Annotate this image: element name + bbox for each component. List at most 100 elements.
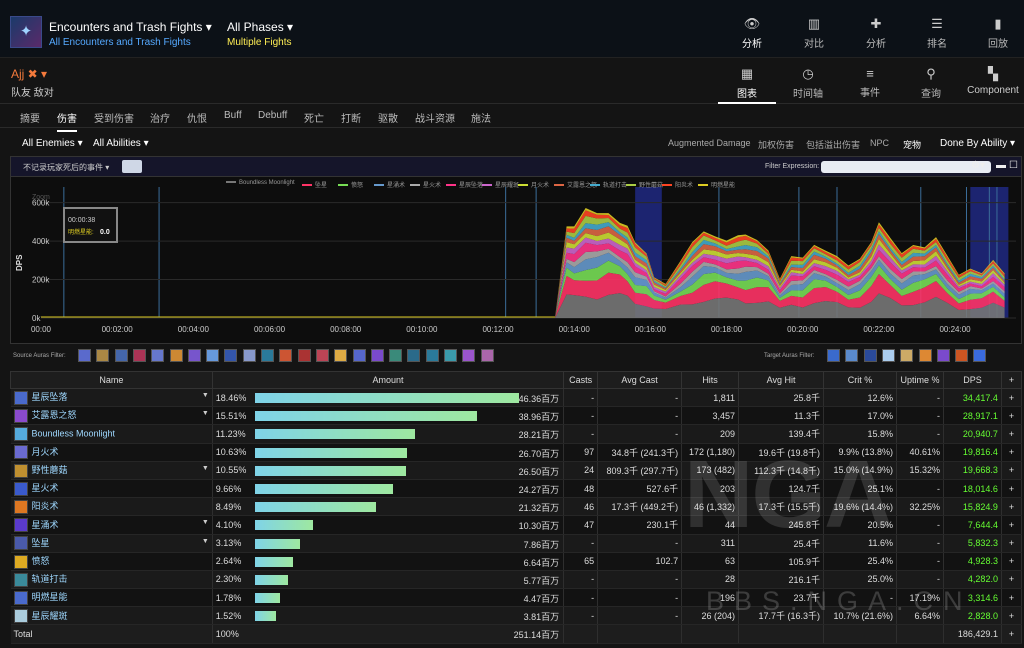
source-aura-icon[interactable] — [206, 349, 220, 362]
nav-analysis[interactable]: ✚ 分析 — [846, 16, 906, 50]
col-casts[interactable]: Casts — [563, 371, 599, 389]
filter-expression-input[interactable] — [821, 161, 991, 173]
target-aura-icon[interactable] — [918, 349, 932, 362]
table-row[interactable]: 轨道打击 2.30% 5.77百万 - -28 216.1千 25.0% -4,282.0 + — [10, 570, 1023, 590]
table-row[interactable]: Boundless Moonlight 11.23% 28.21百万 - -209 139… — [10, 424, 1023, 444]
ability-name-cell[interactable]: 愤怒 — [10, 552, 213, 571]
target-aura-icon[interactable] — [845, 349, 859, 362]
col-name[interactable]: Name — [10, 371, 213, 389]
col-add[interactable]: + — [1000, 371, 1023, 389]
col-crit[interactable]: Crit % — [823, 371, 898, 389]
tab-resources[interactable]: 战斗资源 — [415, 110, 455, 125]
table-row[interactable]: 明燃星能 1.78% 4.47百万 - -196 23.7千 -17.19% 3,314.6 + — [10, 588, 1023, 608]
death-events-dropdown[interactable]: 不记录玩家死后的事件 ▾ — [23, 162, 109, 173]
legend-item[interactable]: 星辰耀斑 — [482, 180, 519, 189]
legend-item[interactable]: 阳炎术 — [662, 180, 693, 189]
target-aura-icon[interactable] — [827, 349, 840, 362]
add-icon[interactable]: + — [1001, 479, 1023, 499]
source-aura-icon[interactable] — [425, 349, 439, 362]
source-aura-icon[interactable] — [407, 349, 421, 362]
tab-deaths[interactable]: 死亡 — [304, 110, 324, 125]
col-dps[interactable]: DPS — [942, 371, 1002, 389]
col-uptime[interactable]: Uptime % — [896, 371, 944, 389]
ability-name-cell[interactable]: 星辰耀斑 — [10, 606, 213, 626]
add-icon[interactable]: + — [1001, 497, 1023, 517]
tab-summary[interactable]: 摘要 — [20, 110, 40, 125]
ability-name[interactable]: 艾露恩之怒 — [32, 410, 77, 420]
add-icon[interactable]: + — [1001, 552, 1023, 571]
ability-name-cell[interactable]: 星涌术 ▼ — [10, 515, 213, 535]
source-aura-icon[interactable] — [187, 349, 201, 362]
ability-name[interactable]: 星火术 — [32, 483, 59, 493]
ability-name-cell[interactable]: Boundless Moonlight — [10, 424, 213, 444]
source-aura-icon[interactable] — [370, 349, 384, 362]
option-overkill[interactable]: 包括溢出伤害 — [806, 138, 860, 151]
source-aura-icon[interactable] — [334, 349, 348, 362]
ability-name[interactable]: 阳炎术 — [32, 501, 59, 511]
source-aura-icon[interactable] — [169, 349, 183, 362]
legend-item[interactable]: 明燃星能 — [698, 180, 735, 189]
view-components[interactable]: ▚ Component — [962, 66, 1024, 96]
source-aura-icon[interactable] — [78, 349, 91, 362]
option-augmented[interactable]: Augmented Damage — [668, 138, 751, 148]
target-aura-icon[interactable] — [936, 349, 950, 362]
add-icon[interactable]: + — [1001, 624, 1023, 644]
abilities-dropdown[interactable]: All Abilities ▾ — [93, 138, 149, 149]
source-aura-icon[interactable] — [242, 349, 256, 362]
view-charts[interactable]: ▦ 图表 — [718, 66, 776, 104]
tab-damage[interactable]: 伤害 — [57, 110, 77, 132]
col-avg-hit[interactable]: Avg Hit — [738, 371, 825, 389]
target-aura-icon[interactable] — [863, 349, 877, 362]
death-events-toggle[interactable] — [122, 160, 142, 173]
ability-name[interactable]: 明燃星能 — [32, 592, 68, 602]
tab-dispels[interactable]: 驱散 — [378, 110, 398, 125]
ability-name-cell[interactable]: 艾露恩之怒 ▼ — [10, 406, 213, 426]
target-aura-icon[interactable] — [900, 349, 914, 362]
nav-compare[interactable]: ▥ 对比 — [784, 16, 844, 50]
col-hits[interactable]: Hits — [681, 371, 740, 389]
view-query[interactable]: ⚲ 查询 — [902, 66, 960, 100]
table-row[interactable]: 愤怒 2.64% 6.64百万 65 102.7 63 105.9千 25.4% -4,928.… — [10, 552, 1023, 571]
source-aura-icon[interactable] — [224, 349, 238, 362]
ability-name-cell[interactable]: 星火术 — [10, 479, 213, 499]
ability-name[interactable]: 月火术 — [32, 447, 59, 457]
ability-name[interactable]: 星涌术 — [32, 520, 59, 530]
ability-name-cell[interactable]: 坠星 ▼ — [10, 534, 213, 553]
encounter-selector[interactable]: Encounters and Trash Fights ▾ — [49, 20, 212, 34]
expand-icon[interactable]: ▼ — [202, 519, 209, 526]
ability-name[interactable]: 轨道打击 — [32, 574, 68, 584]
add-icon[interactable]: + — [1001, 515, 1023, 535]
tab-casts[interactable]: 施法 — [471, 110, 491, 125]
expand-icon[interactable]: ▼ — [202, 465, 209, 472]
legend-item[interactable]: 坠星 — [302, 180, 327, 189]
col-avg-cast[interactable]: Avg Cast — [597, 371, 683, 389]
nav-ranking[interactable]: ☰ 排名 — [907, 16, 967, 50]
source-aura-icon[interactable] — [480, 349, 494, 362]
ability-name[interactable]: 星辰耀斑 — [32, 611, 68, 621]
player-name[interactable]: Ajj ✖ ▾ — [11, 67, 47, 81]
done-by-dropdown[interactable]: Done By Ability ▾ — [940, 138, 1015, 149]
ability-name-cell[interactable]: 轨道打击 — [10, 570, 213, 590]
tab-debuffs[interactable]: Debuff — [258, 110, 287, 121]
tab-buffs[interactable]: Buff — [224, 110, 242, 121]
ability-name-cell[interactable]: 阳炎术 — [10, 497, 213, 517]
target-aura-icon[interactable] — [973, 349, 987, 362]
tab-interrupts[interactable]: 打断 — [341, 110, 361, 125]
expand-icon[interactable]: ▼ — [202, 410, 209, 417]
source-aura-icon[interactable] — [114, 349, 128, 362]
add-icon[interactable]: + — [1001, 588, 1023, 608]
legend-item[interactable]: 星火术 — [410, 180, 441, 189]
view-events[interactable]: ≡ 事件 — [841, 66, 899, 99]
option-weighted[interactable]: 加权伤害 — [758, 138, 794, 151]
source-aura-icon[interactable] — [297, 349, 311, 362]
table-row[interactable]: 坠星 ▼ 3.13% 7.86百万 - -311 25.4千 11.6% -5,832.3 + — [10, 534, 1023, 553]
source-aura-icon[interactable] — [151, 349, 165, 362]
minimize-icon[interactable]: ▬ — [996, 160, 1006, 171]
add-icon[interactable]: + — [1001, 461, 1023, 480]
ability-name[interactable]: 愤怒 — [32, 556, 50, 566]
ability-name[interactable]: Boundless Moonlight — [32, 428, 116, 438]
player-role-toggle[interactable]: 队友 敌对 — [11, 84, 54, 99]
table-row[interactable]: 星辰耀斑 1.52% 3.81百万 - -26 (204) 17.7千 (16.3千) 10… — [10, 606, 1023, 626]
ability-name-cell[interactable]: 星辰坠落 ▼ — [10, 388, 213, 408]
tab-damage-taken[interactable]: 受到伤害 — [94, 110, 134, 125]
